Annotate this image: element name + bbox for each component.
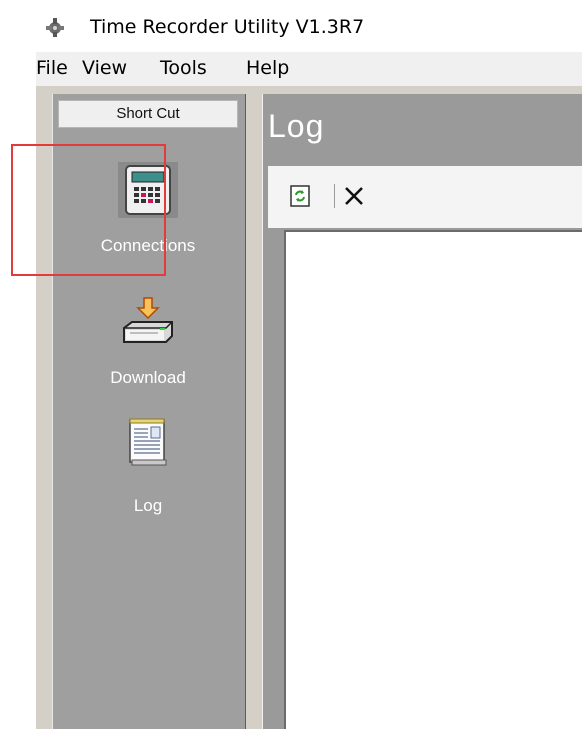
menu-tools[interactable]: Tools xyxy=(160,57,207,79)
shortcut-download-label: Download xyxy=(110,368,186,387)
title-bar: Time Recorder Utility V1.3R7 xyxy=(0,0,582,52)
log-notepad-icon xyxy=(129,418,167,466)
window-title: Time Recorder Utility V1.3R7 xyxy=(90,16,365,38)
log-toolbar xyxy=(268,166,582,228)
download-device-icon xyxy=(123,297,173,343)
highlight-box xyxy=(11,144,166,276)
shortcut-header-button[interactable]: Short Cut xyxy=(58,100,238,128)
menu-bar: File View Tools Help xyxy=(36,52,582,86)
menu-help[interactable]: Help xyxy=(246,57,289,79)
menu-file[interactable]: File xyxy=(36,57,68,79)
shortcut-log-label: Log xyxy=(133,496,163,515)
menu-view[interactable]: View xyxy=(82,57,127,79)
app-icon xyxy=(46,18,64,37)
log-list[interactable] xyxy=(284,230,582,729)
delete-icon[interactable] xyxy=(341,183,367,209)
page-title: Log xyxy=(268,108,325,144)
refresh-icon[interactable] xyxy=(287,183,313,209)
shortcut-download[interactable]: Download xyxy=(52,296,244,392)
toolbar-separator xyxy=(334,184,335,208)
shortcut-log[interactable]: Log xyxy=(52,416,244,516)
